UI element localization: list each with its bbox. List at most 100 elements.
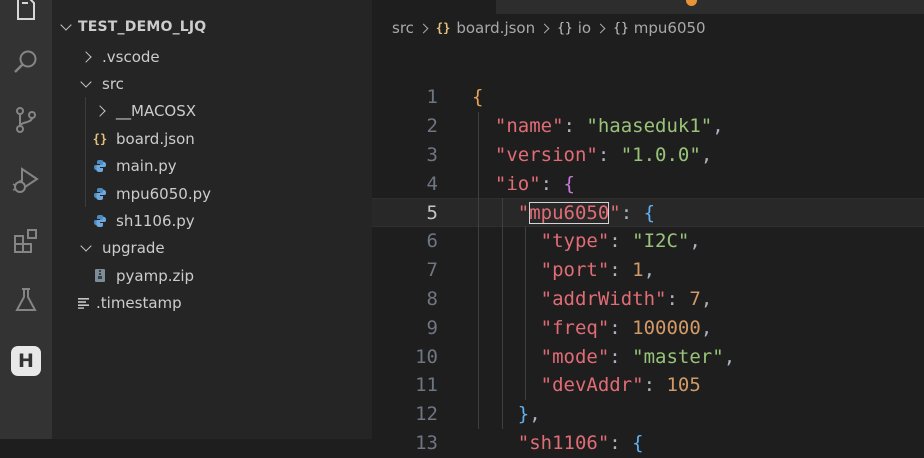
explorer-project-header[interactable]: TEST_DEMO_LJQ (52, 12, 372, 42)
code-token: "addrWidth" (540, 287, 667, 310)
haas-icon[interactable]: H (0, 339, 52, 383)
code-editor[interactable]: 1{2 "name": "haaseduk1", 3 "version": "1.… (372, 83, 924, 458)
chevron-down-icon (76, 240, 96, 252)
code-token: { (632, 432, 644, 455)
line-number: 2 (426, 114, 438, 137)
code-text: "mode": "master", (472, 343, 736, 372)
code-token: , (700, 316, 713, 339)
tree-item-sh1106-py[interactable]: sh1106.py (52, 207, 372, 234)
line-number: 12 (415, 403, 438, 426)
tree-item-label: __MACOSX (116, 102, 197, 121)
chevron-right-icon (90, 105, 110, 117)
line-number: 13 (415, 432, 438, 455)
extensions-icon[interactable] (0, 219, 52, 263)
tab-4[interactable] (856, 0, 924, 14)
python-file-icon (90, 187, 110, 201)
code-token: "port" (540, 259, 610, 282)
tab-3[interactable] (668, 0, 857, 14)
tab-board-json[interactable] (372, 0, 497, 14)
tree-item-vscode[interactable]: .vscode (52, 43, 372, 70)
code-token: , (700, 287, 713, 310)
code-line[interactable]: 2 "name": "haaseduk1", (372, 112, 924, 141)
code-token: "I2C" (632, 230, 690, 253)
code-token: : (609, 316, 633, 339)
breadcrumb-item-mpu6050[interactable]: mpu6050 (634, 19, 706, 37)
code-text: }, (472, 400, 541, 429)
haas-icon-label: H (11, 346, 41, 376)
code-token: , (689, 230, 701, 253)
code-line[interactable]: 5 "mpu6050": { (372, 198, 924, 228)
chevron-right-icon (418, 23, 429, 33)
code-line[interactable]: 10 "mode": "master", (372, 343, 924, 372)
tree-item-src[interactable]: src (52, 70, 372, 97)
editor-area: src {} board.json {} io {} mpu6050 1{2 "… (372, 0, 924, 454)
code-line[interactable]: 7 "port": 1, (372, 256, 924, 285)
code-text: "version": "1.0.0", (472, 141, 712, 170)
code-token: "version" (494, 143, 598, 166)
tree-item-mpu6050-py[interactable]: mpu6050.py (52, 180, 372, 207)
chevron-down-icon (76, 76, 96, 88)
code-text: "mpu6050": { (472, 199, 655, 228)
tree-item-pyamp-zip[interactable]: pyamp.zip (52, 262, 372, 289)
breadcrumb-item-board-json[interactable]: board.json (456, 19, 535, 37)
tree-item-label: board.json (116, 129, 195, 148)
code-token: : (609, 432, 633, 455)
code-line[interactable]: 9 "freq": 100000, (372, 314, 924, 343)
testing-icon[interactable] (0, 278, 52, 322)
code-token: : (643, 374, 667, 397)
code-line[interactable]: 3 "version": "1.0.0", (372, 141, 924, 170)
code-line[interactable]: 12 }, (372, 400, 924, 429)
code-text: "freq": 100000, (472, 314, 713, 343)
explorer-icon[interactable] (0, 0, 52, 30)
source-control-icon[interactable] (0, 98, 52, 142)
code-token: : (597, 143, 621, 166)
tree-item-main-py[interactable]: main.py (52, 153, 372, 180)
code-line[interactable]: 13 "sh1106": { (372, 429, 924, 458)
code-line[interactable]: 1{ (372, 83, 924, 112)
search-icon[interactable] (0, 40, 52, 84)
line-number: 3 (426, 143, 438, 166)
tree-item-label: sh1106.py (116, 211, 195, 230)
code-token: : (609, 230, 633, 253)
code-token: 100000 (632, 316, 701, 339)
object-icon: {} (613, 20, 629, 36)
tree-item-board-json[interactable]: {} board.json (52, 125, 372, 152)
code-token: , (712, 114, 724, 137)
tree-item-label: src (102, 74, 124, 93)
code-token: "name" (494, 114, 564, 137)
line-number: 5 (426, 202, 438, 225)
explorer-sidebar: TEST_DEMO_LJQ .vscode src __MACOSX {} board.… (52, 0, 372, 439)
code-token: : (609, 345, 633, 368)
chevron-right-icon (76, 50, 96, 63)
breadcrumb-item-io[interactable]: io (578, 19, 591, 37)
code-text: "io": { (472, 170, 575, 199)
code-line[interactable]: 11 "devAddr": 105 (372, 371, 924, 400)
run-debug-icon[interactable] (0, 158, 52, 202)
chevron-right-icon (539, 23, 550, 33)
code-token: "devAddr" (540, 374, 644, 397)
code-token: "haaseduk1" (586, 114, 713, 137)
tab-2[interactable] (496, 0, 669, 14)
search-match-highlight: mpu6050 (529, 202, 610, 225)
code-token: : (563, 114, 587, 137)
breadcrumb-item-src[interactable]: src (392, 19, 414, 37)
code-token: "sh1106" (517, 432, 610, 455)
code-token: 105 (666, 374, 701, 397)
code-line[interactable]: 4 "io": { (372, 170, 924, 199)
activity-bar: H (0, 0, 52, 439)
code-line[interactable]: 6 "type": "I2C", (372, 227, 924, 256)
project-title: TEST_DEMO_LJQ (78, 19, 207, 35)
tree-item-label: .vscode (102, 47, 160, 66)
chevron-down-icon (54, 19, 78, 31)
tree-item-macosx[interactable]: __MACOSX (52, 98, 372, 125)
indent-guide (85, 97, 86, 207)
tree-item-upgrade[interactable]: upgrade (52, 235, 372, 262)
tree-item-timestamp[interactable]: .timestamp (52, 290, 372, 317)
code-line[interactable]: 8 "addrWidth": 7, (372, 285, 924, 314)
code-text: "devAddr": 105 (472, 371, 701, 400)
